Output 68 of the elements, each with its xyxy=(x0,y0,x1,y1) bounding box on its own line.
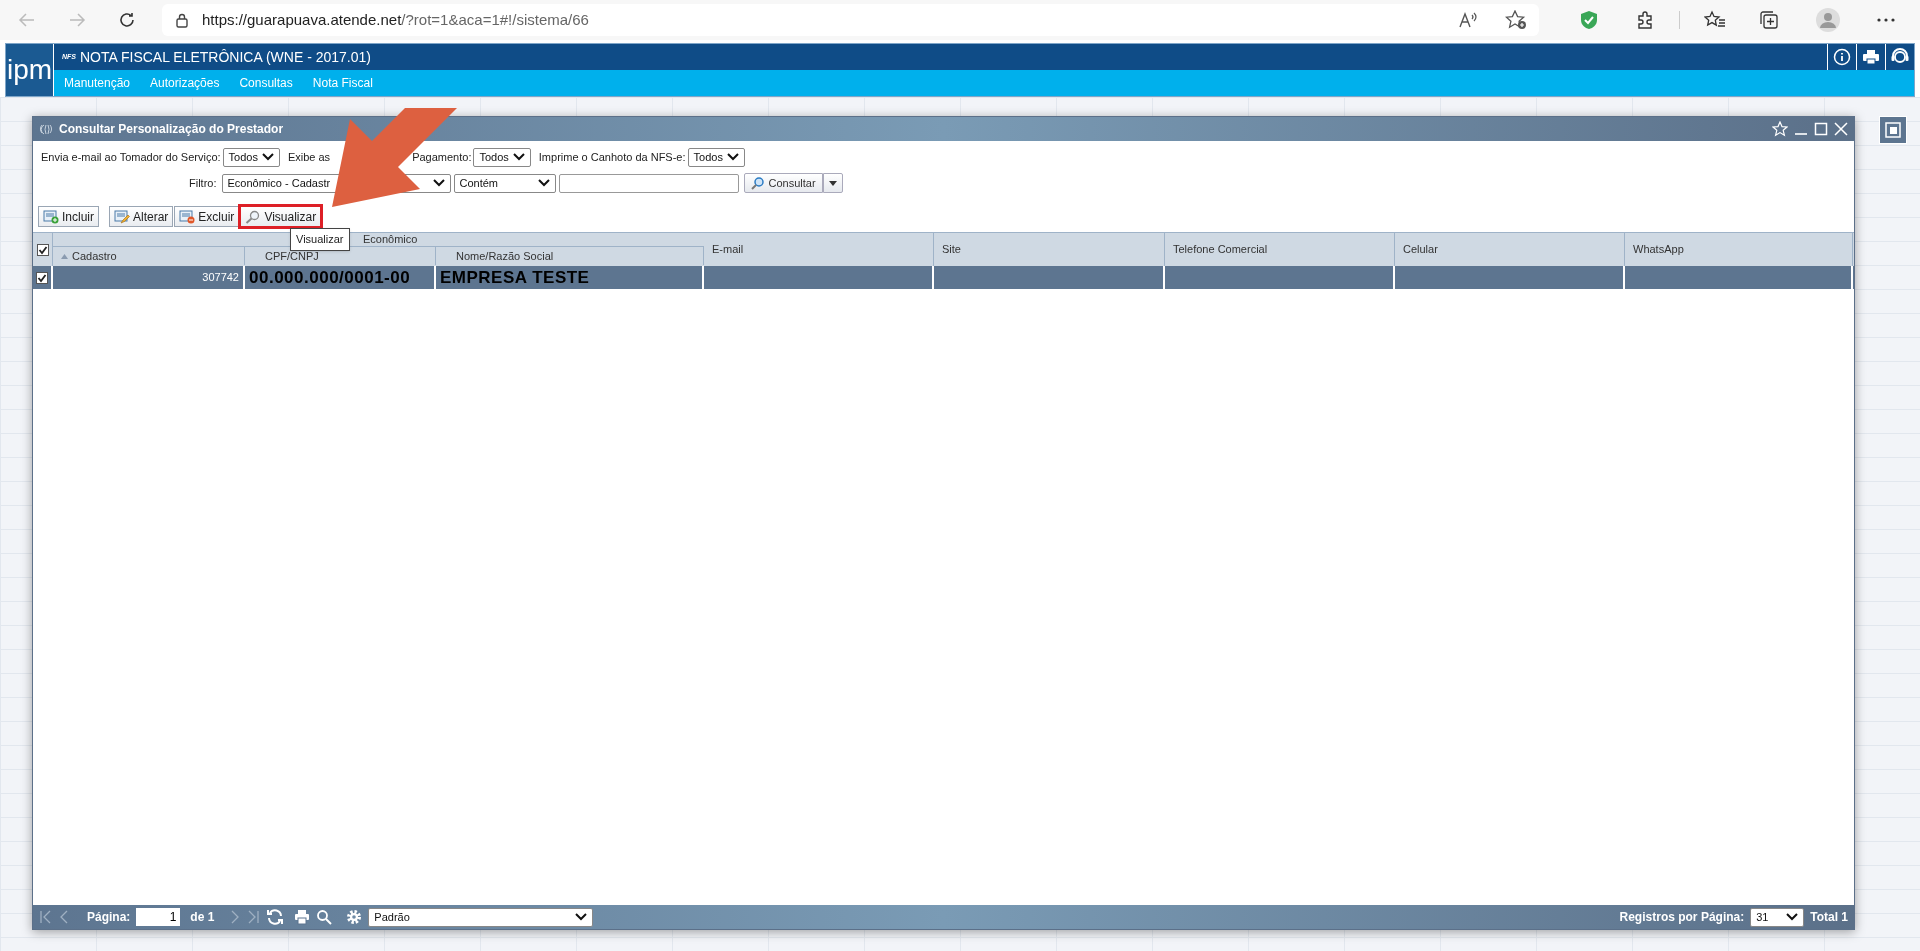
puzzle-icon[interactable] xyxy=(1635,10,1655,30)
filter-label: Imprime o Canhoto da NFS-e: xyxy=(538,149,686,165)
app-title: NOTA FISCAL ELETRÔNICA (WNE - 2017.01) xyxy=(80,47,371,67)
favorites-list-icon[interactable] xyxy=(1704,10,1726,30)
page-label: Página: xyxy=(87,909,131,926)
filter-label: Filtro: xyxy=(189,175,217,191)
filter-dropdown[interactable]: Todos xyxy=(687,147,745,167)
chevron-down-icon xyxy=(512,153,525,161)
edit-record-icon xyxy=(114,209,130,224)
filter-label: Exibe as xyxy=(287,149,331,165)
table-row[interactable]: 307742 00.000.000/0001-00 EMPRESA TESTE xyxy=(33,266,1854,289)
table-cell: EMPRESA TESTE xyxy=(440,269,590,286)
tooltip: Visualizar xyxy=(290,228,350,251)
row-checkbox[interactable] xyxy=(36,271,48,284)
column-header[interactable]: Cadastro xyxy=(53,247,245,265)
chevron-down-icon xyxy=(575,913,588,921)
search-icon[interactable] xyxy=(316,909,333,925)
chevron-down-icon xyxy=(1786,913,1799,921)
table-cell: 307742 xyxy=(202,272,239,283)
per-page-label: Registros por Página: xyxy=(1619,909,1745,926)
add-record-icon xyxy=(43,209,59,224)
layout-dropdown[interactable]: Padrão xyxy=(368,907,594,927)
toolbar-button[interactable]: Visualizar xyxy=(240,206,322,227)
total-count: Total 1 xyxy=(1810,909,1848,926)
operator-dropdown[interactable]: Contém xyxy=(453,173,556,193)
column-header[interactable]: CPF/CNPJ xyxy=(245,247,436,265)
toolbar-button[interactable]: Incluir xyxy=(38,206,99,227)
fingerprint-icon xyxy=(39,122,53,136)
filter-dropdown[interactable]: Todos xyxy=(222,147,280,167)
padlock-icon xyxy=(174,12,190,28)
search-icon xyxy=(750,176,765,190)
profile-avatar-icon[interactable] xyxy=(1816,8,1840,32)
toolbar-button[interactable]: Alterar xyxy=(109,206,174,227)
table-cell: 00.000.000/0001-00 xyxy=(249,269,411,286)
side-panel-button[interactable] xyxy=(1879,116,1907,144)
chevron-down-icon xyxy=(432,179,445,187)
window-icon xyxy=(1885,122,1901,138)
per-page-dropdown[interactable]: 31 xyxy=(1750,907,1805,927)
app-logo[interactable]: ipm xyxy=(6,44,54,96)
star-plus-icon[interactable] xyxy=(1505,10,1527,30)
magnifier-icon xyxy=(245,209,262,224)
dropdown-caret-icon[interactable] xyxy=(822,173,843,193)
address-bar[interactable]: https://guarapuava.atende.net/?rot=1&aca=1#!/sistema/66 xyxy=(162,4,1539,36)
search-field[interactable] xyxy=(558,173,739,193)
column-group-header: Econômico xyxy=(363,232,418,248)
page-count: de 1 xyxy=(190,909,215,926)
chevron-down-icon xyxy=(537,179,550,187)
collections-icon[interactable] xyxy=(1758,10,1780,30)
filter-label: Pagamento: xyxy=(412,149,472,165)
delete-record-icon xyxy=(179,209,196,224)
close-icon[interactable] xyxy=(1834,122,1848,136)
page-input[interactable]: 1 xyxy=(136,908,181,926)
chevron-down-icon xyxy=(261,153,274,161)
print-icon[interactable] xyxy=(294,909,311,925)
star-icon[interactable] xyxy=(1772,121,1788,137)
consultar-button[interactable]: Consultar xyxy=(743,173,823,193)
shield-check-icon[interactable] xyxy=(1579,10,1599,30)
select-all-checkbox[interactable] xyxy=(36,243,49,256)
window-title: Consultar Personalização do Prestador xyxy=(59,121,284,138)
column-header[interactable]: Nome/Razão Social xyxy=(436,247,704,265)
chevron-down-icon xyxy=(726,153,739,161)
refresh-icon[interactable] xyxy=(266,908,285,926)
gear-icon[interactable] xyxy=(346,909,363,925)
maximize-icon[interactable] xyxy=(1814,122,1828,136)
filter-dropdown[interactable]: Todos xyxy=(473,147,531,167)
url-text: https://guarapuava.atende.net/?rot=1&aca=1#!/sistema/66 xyxy=(202,9,589,30)
toolbar-button[interactable]: Excluir xyxy=(174,206,240,227)
filter-label: Envia e-mail ao Tomador do Serviço: xyxy=(41,149,221,165)
